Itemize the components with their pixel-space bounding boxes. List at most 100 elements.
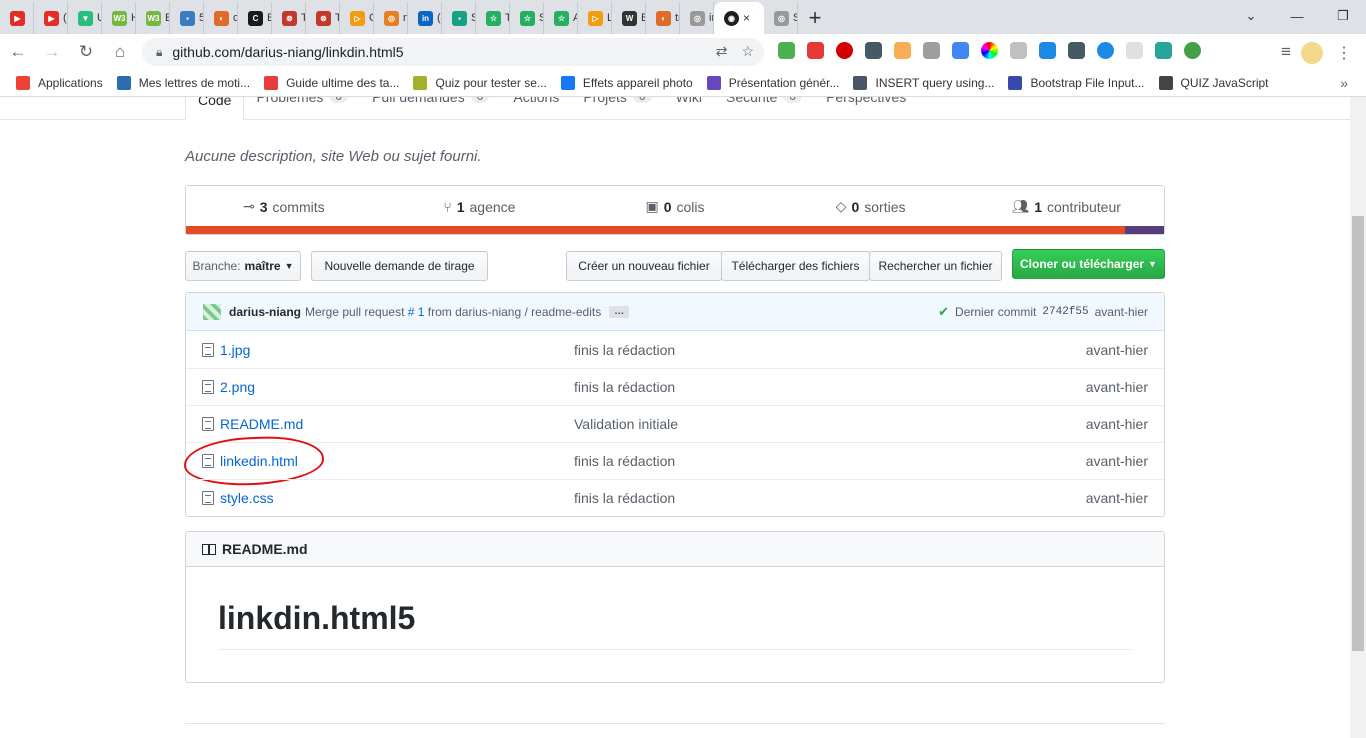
- commits-link[interactable]: ⊸ 3 commits: [186, 198, 382, 215]
- browser-tab[interactable]: ▶(1: [34, 2, 68, 34]
- file-name-link[interactable]: 2.png: [220, 379, 255, 395]
- close-tab-icon[interactable]: ×: [743, 11, 750, 25]
- file-name-link[interactable]: 1.jpg: [220, 342, 250, 358]
- address-bar[interactable]: 🔒︎ github.com/darius-niang/linkdin.html5…: [142, 38, 764, 66]
- file-name-link[interactable]: style.css: [220, 490, 274, 506]
- tab-actions[interactable]: Actions: [501, 97, 571, 120]
- file-commit-message[interactable]: finis la rédaction: [574, 342, 675, 358]
- extension-adblock-icon[interactable]: [836, 42, 853, 59]
- browser-tab[interactable]: ⊗Te: [306, 2, 340, 34]
- bookmark-item[interactable]: Effets appareil photo: [560, 76, 693, 90]
- bookmarks-overflow-icon[interactable]: »: [1340, 75, 1348, 91]
- contributors-link[interactable]: 👥︎ 1 contributeur: [968, 198, 1164, 215]
- find-file-button[interactable]: Rechercher un fichier: [869, 251, 1002, 281]
- extension-pdf-icon[interactable]: [807, 42, 824, 59]
- upload-files-button[interactable]: Télécharger des fichiers: [721, 251, 870, 281]
- bookmark-item[interactable]: Guide ultime des ta...: [264, 76, 399, 90]
- extension-cursor-icon[interactable]: [894, 42, 911, 59]
- reload-icon[interactable]: ↻: [70, 36, 102, 68]
- branch-select-button[interactable]: Branche: maître ▼: [185, 251, 301, 281]
- extension-move-icon[interactable]: [1068, 42, 1085, 59]
- browser-tab[interactable]: ▶: [0, 2, 34, 34]
- commit-message-pre[interactable]: Merge pull request: [305, 305, 404, 319]
- tab-projets[interactable]: Projets 0: [571, 97, 663, 120]
- pr-link[interactable]: # 1: [408, 305, 425, 319]
- restore-icon[interactable]: ❐: [1320, 0, 1366, 32]
- expand-commit-button[interactable]: …: [609, 305, 630, 318]
- media-queue-icon[interactable]: ≡: [1270, 36, 1302, 68]
- extension-globe-icon[interactable]: [778, 42, 795, 59]
- releases-link[interactable]: ◇ 0 sorties: [773, 198, 969, 215]
- extension-heart-icon[interactable]: [923, 42, 940, 59]
- browser-tab[interactable]: ▼Ui: [68, 2, 102, 34]
- browser-tab-active[interactable]: ◉ ×: [714, 2, 764, 34]
- browser-tab[interactable]: W3H: [102, 2, 136, 34]
- extension-colorpicker-icon[interactable]: [981, 42, 998, 59]
- bookmark-item[interactable]: INSERT query using...: [853, 76, 994, 90]
- translate-icon[interactable]: ⇄: [716, 43, 728, 60]
- new-pull-request-button[interactable]: Nouvelle demande de tirage: [311, 251, 488, 281]
- browser-tab[interactable]: ▪5(: [170, 2, 204, 34]
- browser-tab[interactable]: ▷Cr: [340, 2, 374, 34]
- commit-sha[interactable]: 2742f55: [1042, 306, 1088, 318]
- browser-tab[interactable]: ◎Si: [764, 2, 798, 34]
- author-avatar[interactable]: [203, 303, 221, 320]
- file-commit-message[interactable]: finis la rédaction: [574, 379, 675, 395]
- extension-translate-icon[interactable]: [952, 42, 969, 59]
- bookmark-item[interactable]: Bootstrap File Input...: [1008, 76, 1145, 90]
- browser-tab[interactable]: WBl: [612, 2, 646, 34]
- browser-tab[interactable]: ◐cc: [204, 2, 238, 34]
- language-bar[interactable]: [186, 226, 1164, 234]
- commit-author[interactable]: darius-niang: [229, 305, 301, 319]
- browser-tab[interactable]: ☆St: [510, 2, 544, 34]
- scrollbar-thumb[interactable]: [1352, 216, 1364, 651]
- extension-flag-icon[interactable]: [1155, 42, 1172, 59]
- extension-text-icon[interactable]: [1126, 42, 1143, 59]
- branches-link[interactable]: ⑂ 1 agence: [382, 199, 578, 215]
- more-menu-icon[interactable]: ⋮: [1336, 43, 1352, 63]
- file-commit-message[interactable]: Validation initiale: [574, 416, 678, 432]
- tab-s-curit-[interactable]: Sécurité 0: [714, 97, 814, 120]
- profile-avatar[interactable]: [1301, 42, 1323, 64]
- file-commit-message[interactable]: finis la rédaction: [574, 453, 675, 469]
- bookmark-star-icon[interactable]: ☆: [741, 43, 754, 60]
- minimize-icon[interactable]: —: [1274, 0, 1320, 32]
- bookmark-item[interactable]: QUIZ JavaScript: [1158, 76, 1269, 90]
- extension-a-icon[interactable]: [1184, 42, 1201, 59]
- browser-tab[interactable]: ◎m: [374, 2, 408, 34]
- browser-tab[interactable]: in(4: [408, 2, 442, 34]
- bookmark-item[interactable]: Quiz pour tester se...: [413, 76, 547, 90]
- clone-download-button[interactable]: Cloner ou télécharger ▼: [1012, 249, 1165, 279]
- create-file-button[interactable]: Créer un nouveau fichier: [566, 251, 722, 281]
- tab-probl-mes[interactable]: Problèmes 0: [244, 97, 360, 120]
- browser-tab[interactable]: ▪St: [442, 2, 476, 34]
- browser-tab[interactable]: ◎in: [680, 2, 714, 34]
- back-arrow-icon[interactable]: ←: [2, 36, 34, 68]
- tab-pull-demandes[interactable]: Pull demandes 0: [360, 97, 501, 120]
- browser-tab[interactable]: W3Ex: [136, 2, 170, 34]
- browser-tab[interactable]: ▷L': [578, 2, 612, 34]
- packages-link[interactable]: ▣ 0 colis: [577, 198, 773, 215]
- bookmark-item[interactable]: Mes lettres de moti...: [116, 76, 250, 90]
- tab-wiki[interactable]: Wiki: [664, 97, 714, 120]
- browser-tab[interactable]: ⊗Te: [272, 2, 306, 34]
- extension-camera-icon[interactable]: [1010, 42, 1027, 59]
- forward-arrow-icon[interactable]: →: [36, 36, 68, 68]
- commit-message-post[interactable]: from darius-niang / readme-edits: [428, 305, 601, 319]
- extension-drop-icon[interactable]: [1097, 42, 1114, 59]
- tab-perspectives[interactable]: Perspectives: [814, 97, 918, 120]
- file-name-link[interactable]: README.md: [220, 416, 303, 432]
- extension-pen-icon[interactable]: [1039, 42, 1056, 59]
- browser-tab[interactable]: ☆Tr: [476, 2, 510, 34]
- browser-tab[interactable]: CBl: [238, 2, 272, 34]
- new-tab-plus-icon[interactable]: +: [798, 2, 832, 34]
- browser-tab[interactable]: ☆Ai: [544, 2, 578, 34]
- browser-tab[interactable]: ◐tr: [646, 2, 680, 34]
- home-icon[interactable]: ⌂: [104, 36, 136, 68]
- bookmark-item[interactable]: Présentation génér...: [706, 76, 839, 90]
- extension-bulb-icon[interactable]: [865, 42, 882, 59]
- chevron-down-icon[interactable]: ⌄: [1228, 0, 1274, 32]
- bookmark-applications[interactable]: Applications: [16, 76, 103, 90]
- file-commit-message[interactable]: finis la rédaction: [574, 490, 675, 506]
- tab-code[interactable]: Code: [185, 97, 245, 121]
